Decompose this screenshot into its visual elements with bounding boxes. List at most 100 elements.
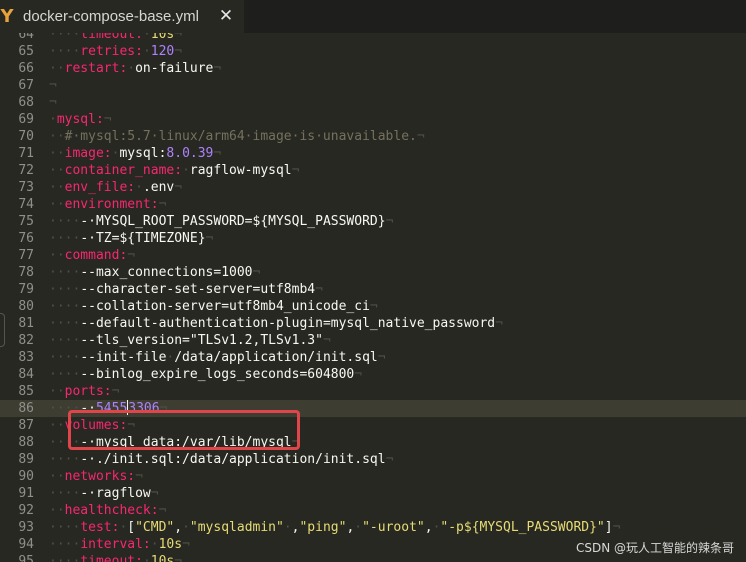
yaml-file-icon: Y	[0, 6, 14, 27]
code-line[interactable]: 92 ··healthcheck:¬	[0, 502, 746, 519]
line-code: ····--init-file·/data/application/init.s…	[49, 349, 386, 366]
line-code: ····retries:·120¬	[49, 43, 182, 60]
line-number: 66	[18, 61, 34, 76]
line-number: 92	[18, 503, 34, 518]
code-token: interval:	[80, 537, 151, 552]
code-line[interactable]: 78 ····--max_connections=1000¬	[0, 264, 746, 281]
code-token: ·	[127, 61, 136, 76]
code-token: ,	[424, 520, 433, 535]
line-code: ····--collation-server=utf8mb4_unicode_c…	[49, 298, 378, 315]
code-line[interactable]: 79 ····--character-set-server=utf8mb4¬	[0, 281, 746, 298]
line-number: 69	[18, 112, 34, 127]
line-code: ··environment:¬	[49, 196, 166, 213]
code-line[interactable]: 69 ·mysql:¬	[0, 111, 746, 128]
code-token: ¬	[385, 452, 394, 467]
code-line[interactable]: 70 ··#·mysql:5.7·linux/arm64·image·is·una…	[0, 128, 746, 145]
code-token: container_name:	[64, 163, 183, 178]
close-icon[interactable]: ✕	[218, 7, 234, 25]
code-line[interactable]: 93 ····test:·["CMD",·"mysqladmin"·,"ping"…	[0, 519, 746, 536]
code-token: env_file:	[64, 180, 136, 195]
code-token: ¬	[205, 231, 214, 246]
line-code: ····--max_connections=1000¬	[49, 264, 260, 281]
code-token: ··	[49, 197, 65, 212]
code-line[interactable]: 67 ¬	[0, 77, 746, 94]
code-line[interactable]: 81 ····--default-authentication-plugin=my…	[0, 315, 746, 332]
code-token: ¬	[174, 180, 183, 195]
code-line[interactable]: 75 ····-·MYSQL_ROOT_PASSWORD=${MYSQL_PASS…	[0, 213, 746, 230]
code-token: ·	[142, 44, 151, 59]
code-line[interactable]: 72 ··container_name:·ragflow-mysql¬	[0, 162, 746, 179]
code-editor[interactable]: 64 ····timeout:·10s¬ 65 ····retries:·120¬ 66…	[0, 33, 746, 562]
code-token: ··	[49, 129, 65, 144]
code-line[interactable]: 73 ··env_file:·.env¬	[0, 179, 746, 196]
line-number: 65	[18, 44, 34, 59]
code-token: ·	[283, 520, 292, 535]
code-token: mysql:	[56, 112, 104, 127]
line-number: 87	[18, 418, 34, 433]
code-line[interactable]: 85 ··ports:¬	[0, 383, 746, 400]
code-token: -·TZ=${TIMEZONE}	[80, 231, 206, 246]
code-token: ····	[49, 367, 81, 382]
code-token: ·	[354, 520, 363, 535]
code-line[interactable]: 77 ··command:¬	[0, 247, 746, 264]
code-token: ·	[142, 554, 151, 562]
line-number: 67	[18, 78, 34, 93]
code-line[interactable]: 91 ····-·ragflow¬	[0, 485, 746, 502]
line-code: ····timeout:·10s¬	[49, 33, 182, 43]
line-number: 75	[18, 214, 34, 229]
line-code: ··command:¬	[49, 247, 135, 264]
code-token: ¬	[377, 350, 386, 365]
tab-docker-compose-base[interactable]: Y docker-compose-base.yml ✕	[0, 0, 244, 33]
code-line[interactable]: 64 ····timeout:·10s¬	[0, 33, 746, 43]
code-line[interactable]: 89 ····-·./init.sql:/data/application/ini…	[0, 451, 746, 468]
line-number: 72	[18, 163, 34, 178]
code-line[interactable]: 90 ··networks:¬	[0, 468, 746, 485]
code-token: ····	[49, 537, 81, 552]
code-line[interactable]: 65 ····retries:·120¬	[0, 43, 746, 60]
code-token: ¬	[174, 33, 183, 42]
code-token: ¬	[174, 554, 183, 562]
code-line[interactable]: 71 ··image:·mysql:8.0.39¬	[0, 145, 746, 162]
code-token: test:	[80, 520, 120, 535]
code-token: ¬	[158, 197, 167, 212]
code-token: ····	[49, 316, 81, 331]
code-token: 10s	[158, 537, 183, 552]
code-token: 10s	[150, 554, 175, 562]
code-token: --binlog_expire_logs_seconds=604800	[80, 367, 355, 382]
line-code: ¬	[49, 94, 57, 111]
line-number: 70	[18, 129, 34, 144]
code-line[interactable]: 74 ··environment:¬	[0, 196, 746, 213]
code-line[interactable]: 83 ····--init-file·/data/application/init…	[0, 349, 746, 366]
code-token: ¬	[103, 112, 112, 127]
code-line[interactable]: 82 ····--tls_version="TLSv1.2,TLSv1.3"¬	[0, 332, 746, 349]
code-line[interactable]: 84 ····--binlog_expire_logs_seconds=60480…	[0, 366, 746, 383]
code-token: ··	[49, 248, 65, 263]
line-code: ····-·MYSQL_ROOT_PASSWORD=${MYSQL_PASSWO…	[49, 213, 393, 230]
code-token: restart:	[64, 61, 128, 76]
code-line[interactable]: 76 ····-·TZ=${TIMEZONE}¬	[0, 230, 746, 247]
code-line[interactable]: 66 ··restart:·on-failure¬	[0, 60, 746, 77]
line-code: ····--binlog_expire_logs_seconds=604800¬	[49, 366, 362, 383]
code-token: ····	[49, 333, 81, 348]
fold-marker[interactable]	[0, 313, 5, 347]
code-token: networks:	[64, 469, 136, 484]
code-token: ¬	[495, 316, 503, 331]
code-token: ¬	[182, 537, 190, 552]
line-code: ····-·ragflow¬	[49, 485, 159, 502]
code-token: ····	[49, 452, 81, 467]
code-token: ¬	[111, 384, 120, 399]
line-code: ·mysql:¬	[49, 111, 112, 128]
code-token: --tls_version="TLSv1.2,TLSv1.3"	[80, 333, 323, 348]
code-token: ····	[49, 265, 81, 280]
code-line[interactable]: 68 ¬	[0, 94, 746, 111]
code-line[interactable]: 80 ····--collation-server=utf8mb4_unicode…	[0, 298, 746, 315]
code-token: ¬	[354, 367, 363, 382]
line-number: 79	[18, 282, 34, 297]
line-code: ····-·TZ=${TIMEZONE}¬	[49, 230, 213, 247]
code-token: ·	[150, 537, 159, 552]
code-token: ··	[49, 469, 65, 484]
line-number: 68	[18, 95, 34, 110]
line-number: 85	[18, 384, 34, 399]
line-number: 81	[18, 316, 34, 331]
code-token: image:	[64, 146, 112, 161]
